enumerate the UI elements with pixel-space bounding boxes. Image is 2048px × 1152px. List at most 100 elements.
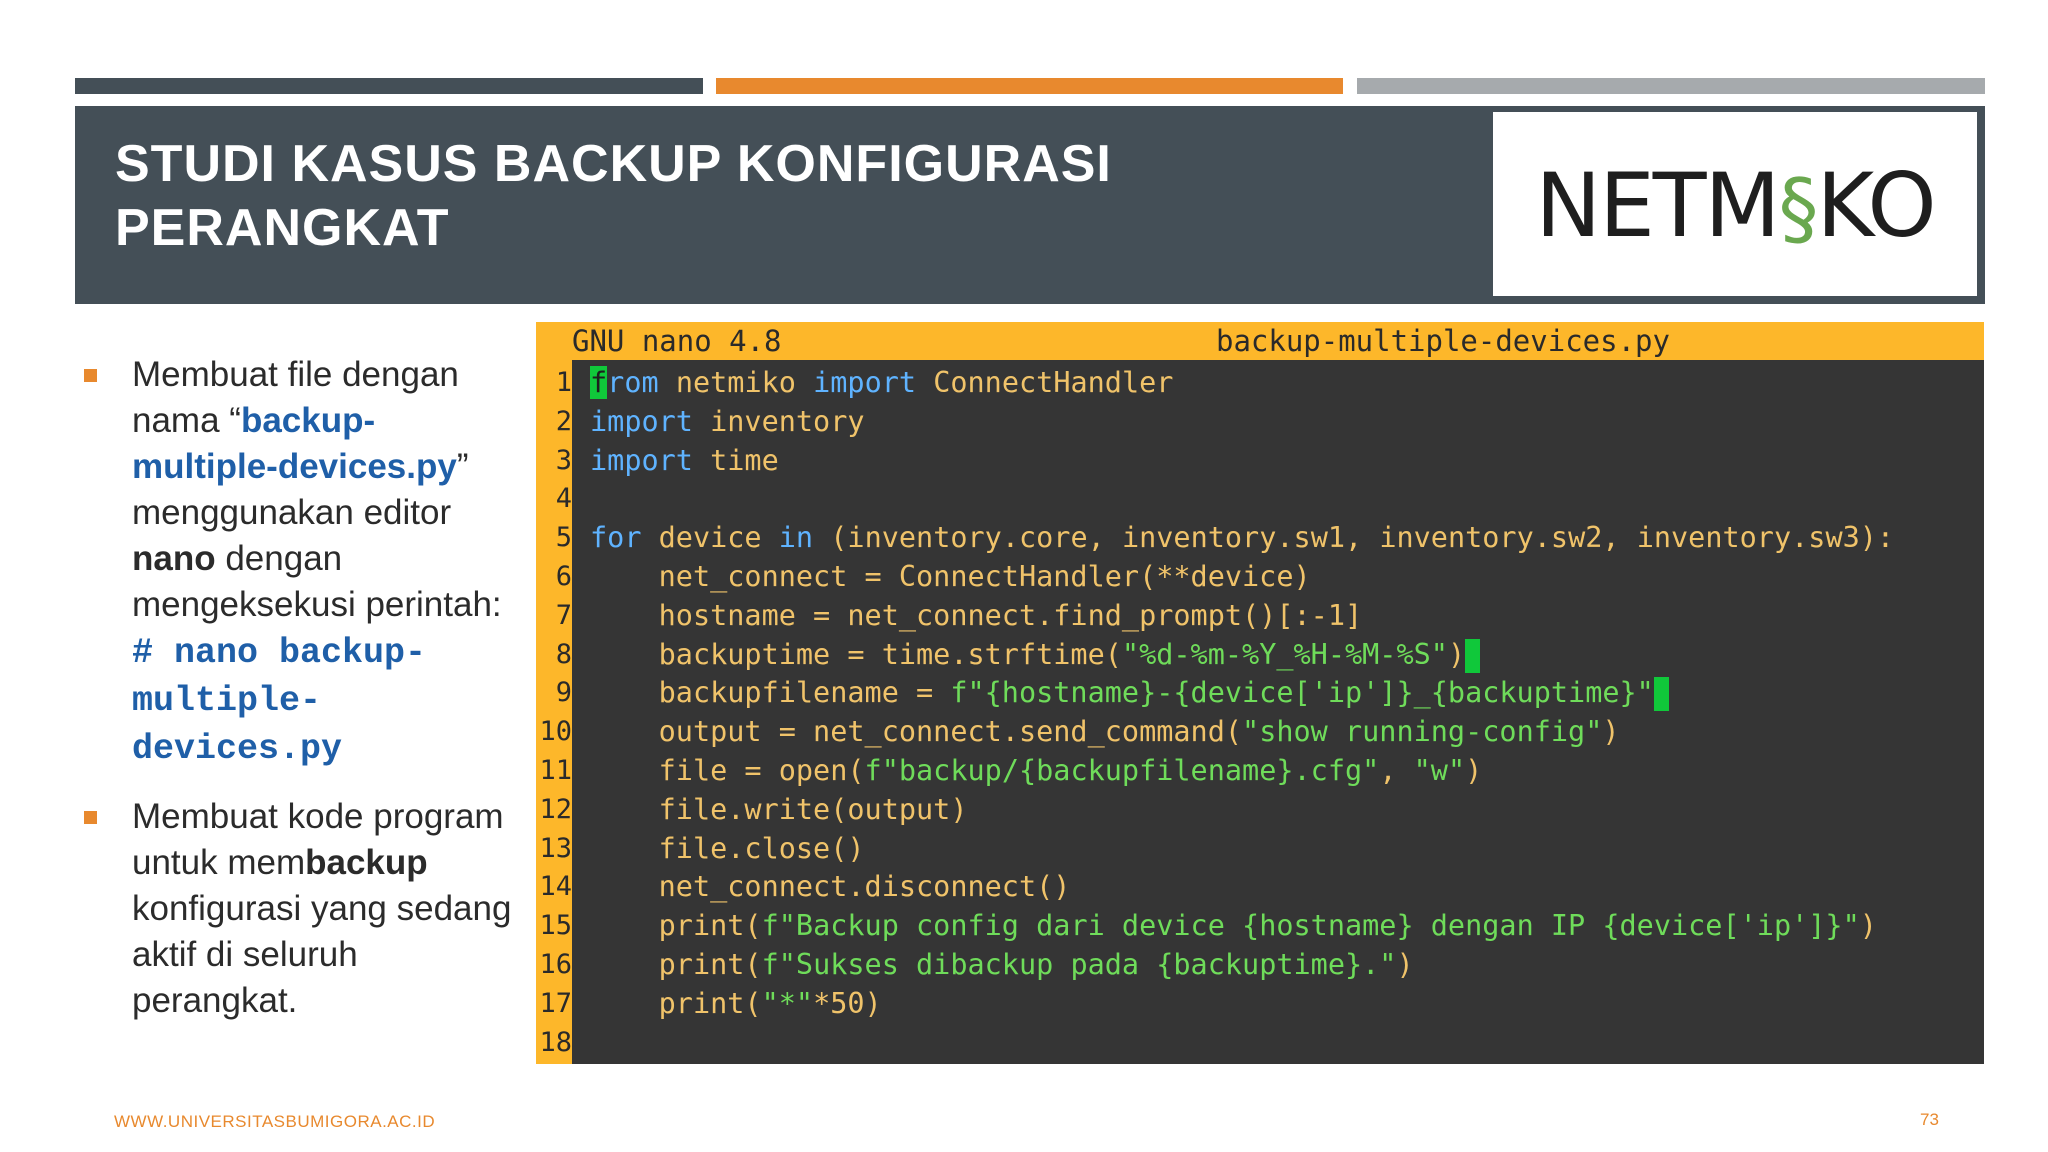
code-text: backupfilename = <box>590 676 951 710</box>
top-bar-orange <box>716 78 1343 94</box>
line-number: 7 <box>555 599 572 631</box>
code-keyword: in <box>778 521 814 555</box>
nano-version: GNU nano 4.8 <box>572 324 782 358</box>
snake-icon: § <box>1778 162 1818 255</box>
line-number: 18 <box>539 1026 572 1058</box>
line-number: 13 <box>539 832 572 864</box>
code-text: (inventory.core, inventory.sw1, inventor… <box>813 521 1895 555</box>
code-string: "%d-%m-%Y_%H-%M-%S" <box>1121 637 1448 671</box>
code-keyword: import <box>813 366 917 399</box>
code-line: 14 net_connect.disconnect() <box>536 868 1984 907</box>
footer-url: WWW.UNIVERSITASBUMIGORA.AC.ID <box>114 1112 436 1131</box>
page-number: 73 <box>1920 1110 1939 1129</box>
code-text: backuptime = time.strftime( <box>590 637 1122 671</box>
code-line: 18 <box>536 1024 1984 1063</box>
code-line: 5 for device in (inventory.core, inventor… <box>536 519 1984 558</box>
line-number: 1 <box>555 367 572 398</box>
title-line-1: STUDI KASUS BACKUP KONFIGURASI <box>115 135 1112 193</box>
trailing-whitespace-marker <box>1653 677 1669 712</box>
netmiko-logo: NETM§KO <box>1493 112 1977 296</box>
code-line: 8 backuptime = time.strftime("%d-%m-%Y_%… <box>536 636 1984 675</box>
code-text: file.write(output) <box>590 792 968 826</box>
code-text: ) <box>1465 753 1483 787</box>
line-number: 6 <box>555 560 572 592</box>
code-text: file = open( <box>590 753 865 787</box>
code-text: hostname = net_connect.find_prompt()[:-1… <box>590 598 1363 632</box>
logo-wordmark: NETM§KO <box>1493 160 1977 255</box>
code-line: 9 backupfilename = f"{hostname}-{device[… <box>536 674 1984 713</box>
bullet-1-editor: nano <box>132 539 216 578</box>
code-string: "show running-config" <box>1242 715 1603 749</box>
bullet-2-bold: backup <box>305 843 428 882</box>
code-line: 13 file.close() <box>536 830 1984 869</box>
code-string: "*" <box>761 986 814 1020</box>
code-area[interactable]: 1 from netmiko import ConnectHandler 2 imp… <box>536 364 1984 1062</box>
code-text: print( <box>590 909 762 943</box>
code-string: "w" <box>1413 753 1466 787</box>
code-text: netmiko <box>658 366 814 399</box>
top-bar-dark <box>75 78 703 94</box>
code-text: ConnectHandler <box>916 366 1174 399</box>
top-bar-gray <box>1357 78 1985 94</box>
bullet-1-command: # nano backup-multiple-devices.py <box>132 633 427 769</box>
line-number: 12 <box>539 793 572 825</box>
code-line: 1 from netmiko import ConnectHandler <box>536 364 1984 403</box>
code-keyword: import <box>590 443 693 477</box>
line-number: 14 <box>539 871 572 903</box>
code-line: 7 hostname = net_connect.find_prompt()[:… <box>536 597 1984 636</box>
code-text: net_connect = ConnectHandler(**device) <box>590 559 1311 593</box>
line-number: 17 <box>539 987 572 1019</box>
trailing-whitespace-marker <box>1465 638 1481 673</box>
code-text: file.close() <box>590 831 865 865</box>
bullet-item-create-code: Membuat kode program untuk membackup kon… <box>80 794 520 1024</box>
code-text: print( <box>590 947 762 981</box>
code-line: 10 output = net_connect.send_command("sh… <box>536 713 1984 752</box>
nano-editor[interactable]: GNU nano 4.8 backup-multiple-devices.py … <box>536 322 1984 1064</box>
logo-text-pre: NETM <box>1535 154 1780 257</box>
code-string: f"backup/{backupfilename}.cfg" <box>864 753 1380 787</box>
line-number: 5 <box>555 522 572 554</box>
bullet-2-text-b: konfigurasi yang sedang aktif di seluruh… <box>132 889 512 1020</box>
line-number: 15 <box>539 910 572 942</box>
code-string: f"Backup config dari device {hostname} d… <box>761 909 1860 943</box>
code-text: output = net_connect.send_command( <box>590 715 1243 749</box>
code-text: ) <box>1396 947 1414 981</box>
bullet-list: Membuat file dengan nama “backup-multipl… <box>80 352 520 1046</box>
line-number: 8 <box>555 638 572 670</box>
nano-title-bar: GNU nano 4.8 backup-multiple-devices.py <box>536 322 1984 360</box>
code-text: , <box>1379 753 1414 787</box>
line-number: 16 <box>539 948 572 980</box>
slide-header: STUDI KASUS BACKUP KONFIGURASI PERANGKAT… <box>75 106 1985 304</box>
code-string: f"Sukses dibackup pada {backuptime}." <box>761 947 1397 981</box>
code-text: ) <box>1602 715 1620 749</box>
line-number: 4 <box>555 483 572 515</box>
code-text: ) <box>1447 637 1466 671</box>
code-text: net_connect.disconnect() <box>590 870 1071 904</box>
code-keyword: rom <box>607 366 659 399</box>
text-cursor: f <box>590 366 608 399</box>
code-text: inventory <box>692 404 865 438</box>
code-line: 11 file = open(f"backup/{backupfilename}… <box>536 752 1984 791</box>
logo-text-post: KO <box>1816 154 1936 257</box>
bullet-square-icon <box>84 811 97 824</box>
code-keyword: for <box>590 521 642 555</box>
title-line-2: PERANGKAT <box>115 199 450 257</box>
bullet-item-create-file: Membuat file dengan nama “backup-multipl… <box>80 352 520 772</box>
code-line: 3 import time <box>536 442 1984 481</box>
code-line: 12 file.write(output) <box>536 791 1984 830</box>
code-line: 2 import inventory <box>536 403 1984 442</box>
line-number: 9 <box>555 677 572 709</box>
code-text: *50) <box>813 986 882 1020</box>
code-line: 15 print(f"Backup config dari device {ho… <box>536 907 1984 946</box>
code-line: 6 net_connect = ConnectHandler(**device) <box>536 558 1984 597</box>
slide-title: STUDI KASUS BACKUP KONFIGURASI PERANGKAT <box>115 132 1415 260</box>
code-keyword: import <box>590 404 693 438</box>
code-text: device <box>641 521 779 555</box>
line-number: 3 <box>555 444 572 476</box>
code-line: 17 print("*"*50) <box>536 985 1984 1024</box>
code-text: print( <box>590 986 762 1020</box>
line-number: 11 <box>539 754 572 786</box>
code-line: 16 print(f"Sukses dibackup pada {backupt… <box>536 946 1984 985</box>
line-number: 10 <box>539 716 572 748</box>
code-text: ) <box>1859 909 1877 943</box>
